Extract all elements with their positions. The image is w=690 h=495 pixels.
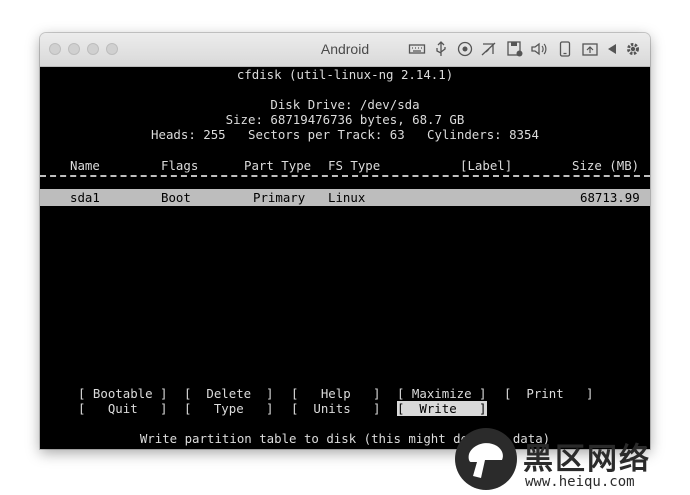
close-button[interactable] [49, 43, 61, 55]
phone-icon[interactable] [556, 40, 574, 58]
record-icon[interactable] [456, 40, 474, 58]
menu-write[interactable]: [ Write ] [397, 401, 487, 416]
disk-size-line: Size: 68719476736 bytes, 68.7 GB [225, 112, 465, 127]
menu-quit[interactable]: [ Quit ] [78, 401, 168, 416]
back-icon[interactable] [603, 40, 621, 58]
column-header-size: Size (MB) [572, 158, 640, 173]
header-separator [40, 175, 650, 177]
menu-write-label: [ Write ] [397, 401, 487, 416]
watermark-chinese-text: 黑区网络 [523, 442, 651, 477]
settings-icon[interactable] [624, 40, 642, 58]
partition-name: sda1 [70, 190, 100, 205]
watermark-url: www.heiqu.com [525, 474, 635, 490]
menu-type[interactable]: [ Type ] [184, 401, 274, 416]
volume-icon[interactable] [530, 40, 548, 58]
partition-flags: Boot [161, 190, 191, 205]
keyboard-icon[interactable] [408, 40, 426, 58]
disk-drive-line: Disk Drive: /dev/sda [270, 97, 420, 112]
menu-units[interactable]: [ Units ] [291, 401, 381, 416]
menu-maximize[interactable]: [ Maximize ] [397, 386, 487, 401]
column-header-flags: Flags [161, 158, 199, 173]
partition-row[interactable]: sda1 Boot Primary Linux 68713.99 [40, 189, 650, 206]
app-version-line: cfdisk (util-linux-ng 2.14.1) [236, 67, 454, 82]
window-title: Android [320, 41, 370, 57]
minimize-button[interactable] [68, 43, 80, 55]
column-header-part-type: Part Type [244, 158, 312, 173]
column-header-label: [Label] [460, 158, 513, 173]
partition-fs-type: Linux [328, 190, 366, 205]
title-bar[interactable]: Android [40, 33, 650, 67]
terminal-screen[interactable]: cfdisk (util-linux-ng 2.14.1) Disk Drive… [40, 67, 650, 449]
zoom-button[interactable] [87, 43, 99, 55]
disk-geometry-line: Heads: 255 Sectors per Track: 63 Cylinde… [151, 127, 539, 142]
watermark: 黑区网络 www.heiqu.com [455, 428, 690, 495]
usb-icon[interactable] [432, 40, 450, 58]
emulator-window: Android cfdisk (util-linux-ng 2.14.1) Di… [40, 33, 650, 449]
screenshot-icon[interactable] [581, 40, 599, 58]
fullscreen-button[interactable] [106, 43, 118, 55]
partition-type: Primary [253, 190, 306, 205]
menu-delete[interactable]: [ Delete ] [184, 386, 274, 401]
watermark-logo-icon [455, 428, 517, 490]
column-header-name: Name [70, 158, 100, 173]
column-header-fs-type: FS Type [328, 158, 381, 173]
menu-print[interactable]: [ Print ] [504, 386, 594, 401]
menu-help[interactable]: [ Help ] [291, 386, 381, 401]
menu-bootable[interactable]: [ Bootable ] [78, 386, 168, 401]
partition-size: 68713.99 [580, 190, 640, 205]
network-icon[interactable] [480, 40, 498, 58]
disk-icon[interactable] [506, 40, 524, 58]
